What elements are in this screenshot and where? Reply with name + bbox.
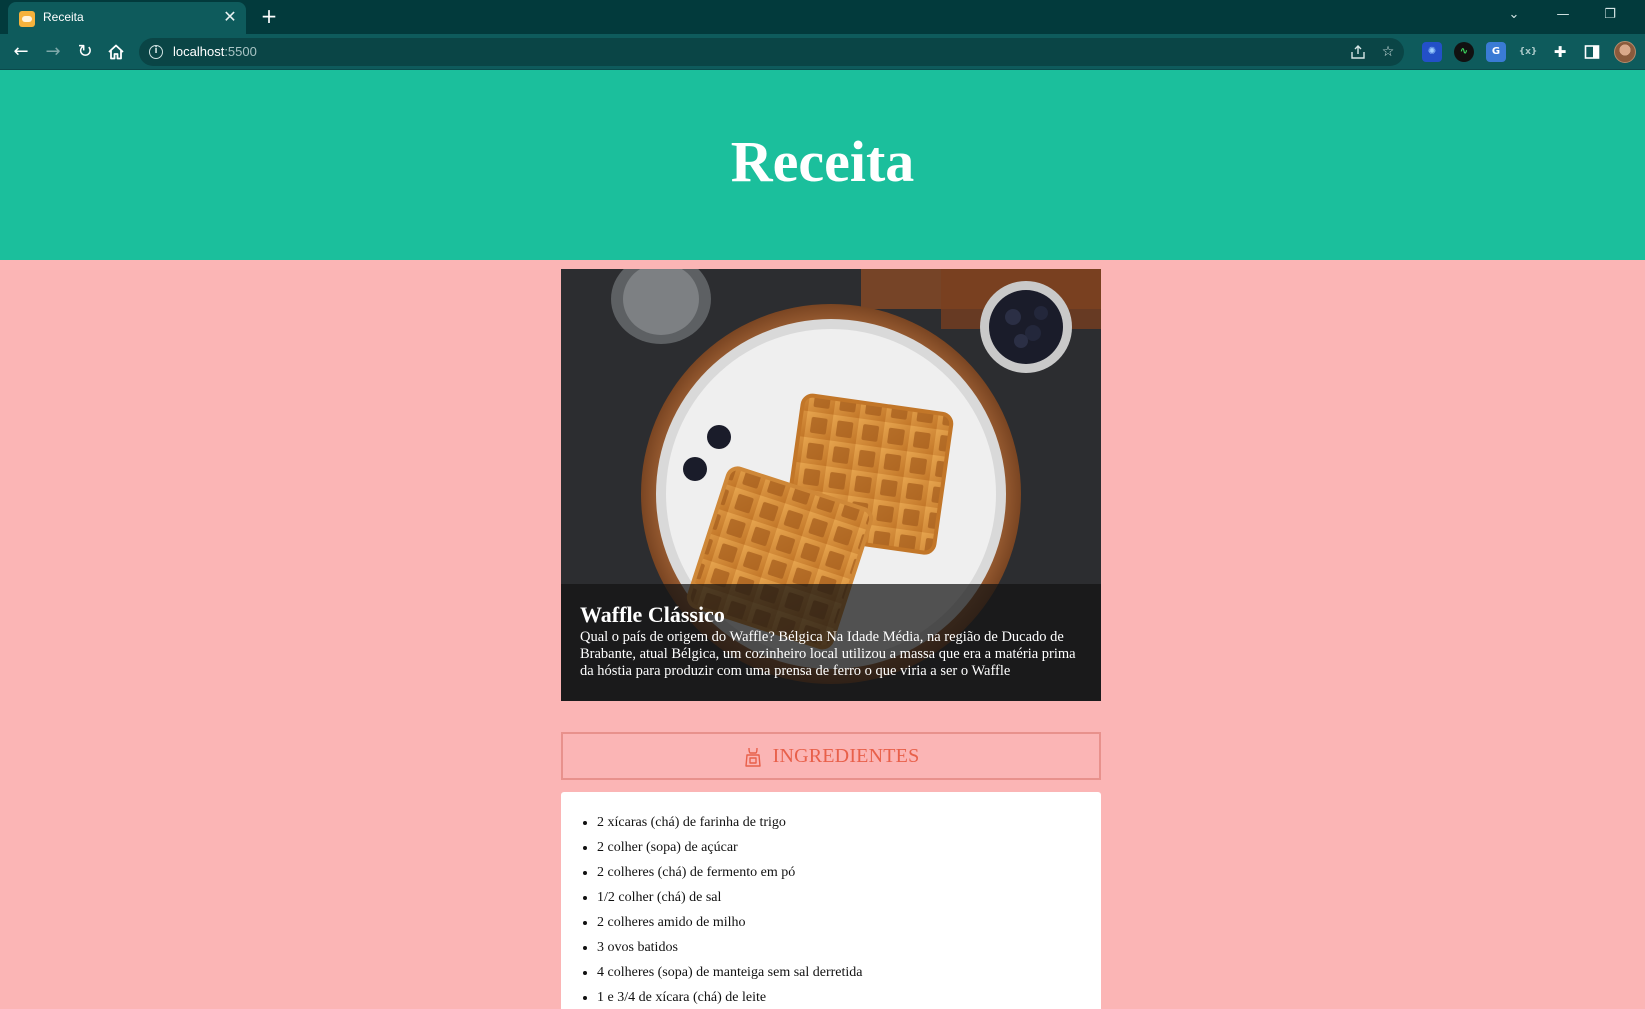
new-tab-button[interactable]: + xyxy=(258,5,280,27)
extension-pulse-icon[interactable]: ∿ xyxy=(1454,42,1474,62)
browser-tab-strip: Receita ✕ + ⌄ — ❐ xyxy=(0,0,1645,34)
recipe-name: Waffle Clássico xyxy=(580,602,725,627)
close-tab-icon[interactable]: ✕ xyxy=(221,8,239,26)
ingredients-header: INGREDIENTES xyxy=(561,732,1101,780)
recipe-card: Waffle Clássico Qual o país de origem do… xyxy=(561,269,1101,701)
ingredients-panel: 2 xícaras (chá) de farinha de trigo2 col… xyxy=(561,792,1101,1009)
ingredient-item: 2 xícaras (chá) de farinha de trigo xyxy=(597,810,1081,835)
profile-avatar[interactable] xyxy=(1614,41,1636,63)
ingredient-item: 2 colheres amido de milho xyxy=(597,910,1081,935)
recipe-description: Qual o país de origem do Waffle? Bélgica… xyxy=(580,629,1076,679)
page-viewport: Receita Waffle Clássico Qual o país de o… xyxy=(0,70,1645,1009)
page-header: Receita xyxy=(0,70,1645,260)
restore-button[interactable]: ❐ xyxy=(1597,4,1623,26)
ingredient-item: 2 colheres (chá) de fermento em pó xyxy=(597,860,1081,885)
browser-toolbar: ← → ↻ i localhost:5500 ☆ ✺ ∿ G {x} ✚ xyxy=(0,34,1645,70)
tab-title: Receita xyxy=(43,10,84,24)
side-panel-icon[interactable] xyxy=(1582,42,1602,62)
apron-icon xyxy=(744,747,761,767)
back-arrow-icon[interactable]: ← xyxy=(8,39,34,65)
address-bar[interactable]: i localhost:5500 ☆ xyxy=(139,38,1404,66)
home-icon[interactable] xyxy=(103,39,129,65)
forward-arrow-icon[interactable]: → xyxy=(40,39,66,65)
ingredients-heading: INGREDIENTES xyxy=(772,745,920,767)
extension-gear-icon[interactable]: ✺ xyxy=(1422,42,1442,62)
tab-search-icon[interactable]: ⌄ xyxy=(1501,4,1527,26)
ingredients-list: 2 xícaras (chá) de farinha de trigo2 col… xyxy=(597,810,1081,1009)
minimize-button[interactable]: — xyxy=(1550,4,1576,26)
browser-tab[interactable]: Receita ✕ xyxy=(8,2,246,34)
ingredient-item: 1 e 3/4 de xícara (chá) de leite xyxy=(597,985,1081,1009)
url-text[interactable]: localhost:5500 xyxy=(173,44,257,59)
ingredient-item: 4 colheres (sopa) de manteiga sem sal de… xyxy=(597,960,1081,985)
page-title: Receita xyxy=(730,129,915,194)
favicon-icon xyxy=(19,11,35,27)
bookmark-star-icon[interactable]: ☆ xyxy=(1377,41,1399,63)
ingredient-item: 3 ovos batidos xyxy=(597,935,1081,960)
recipe-caption: Waffle Clássico Qual o país de origem do… xyxy=(561,584,1101,701)
share-icon[interactable] xyxy=(1347,41,1369,63)
ingredient-item: 2 colher (sopa) de açúcar xyxy=(597,835,1081,860)
extensions-puzzle-icon[interactable]: ✚ xyxy=(1550,42,1570,62)
ingredient-item: 1/2 colher (chá) de sal xyxy=(597,885,1081,910)
site-info-icon[interactable]: i xyxy=(149,45,163,59)
translate-icon[interactable]: G xyxy=(1486,42,1506,62)
reload-icon[interactable]: ↻ xyxy=(72,39,98,65)
extension-code-icon[interactable]: {x} xyxy=(1518,42,1538,62)
